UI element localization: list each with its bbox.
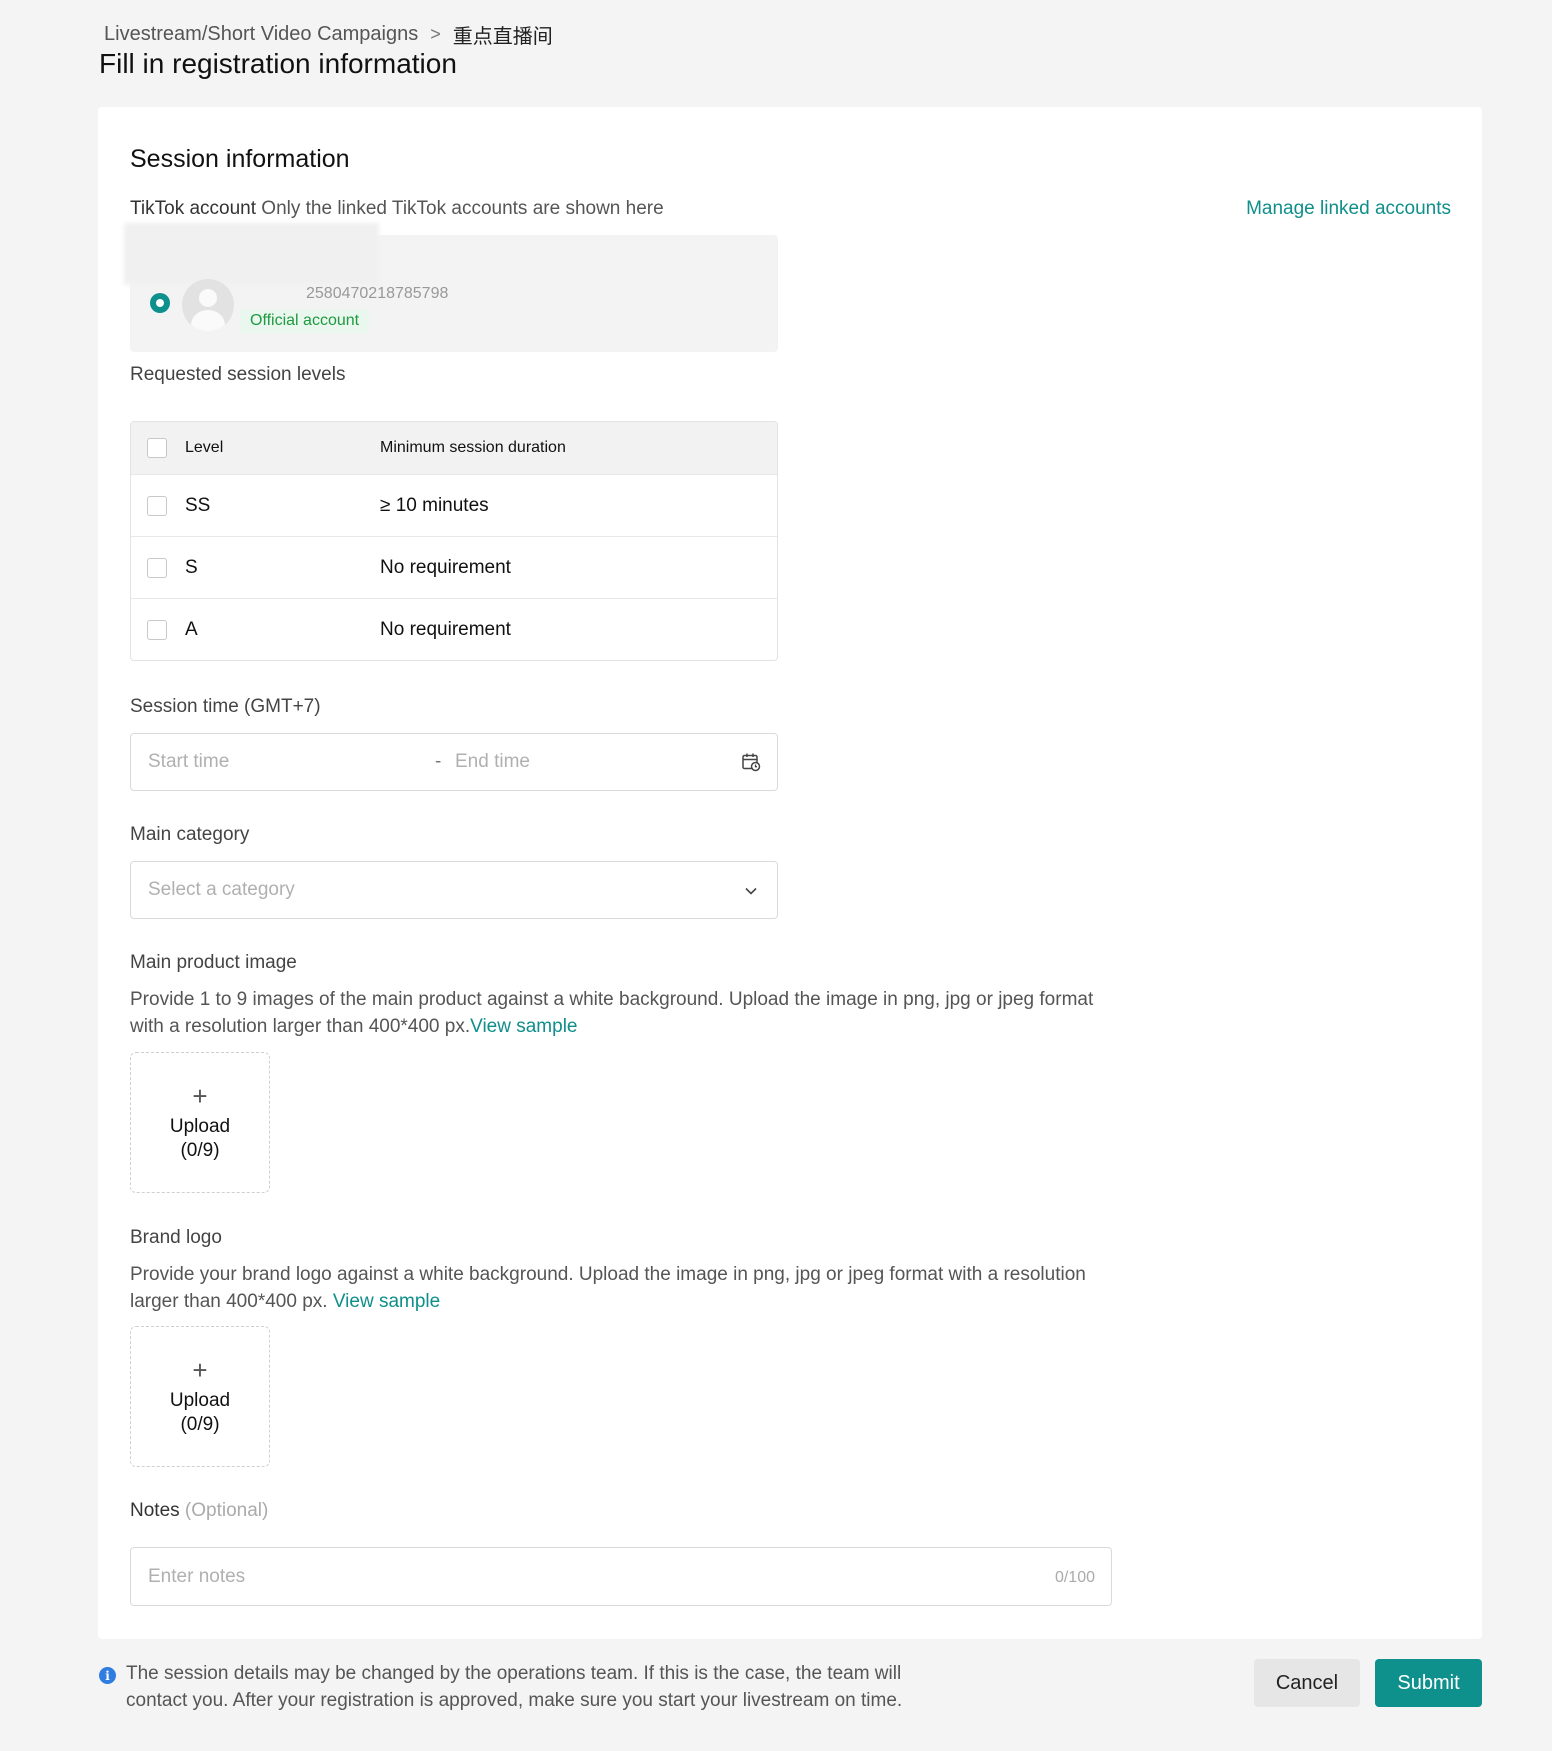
duration-cell: No requirement (380, 618, 511, 640)
breadcrumb-parent[interactable]: Livestream/Short Video Campaigns (104, 23, 418, 46)
redacted-area (124, 223, 379, 285)
upload-label: Upload (169, 1389, 231, 1411)
end-time-input[interactable]: End time (455, 751, 530, 773)
account-radio[interactable] (150, 293, 170, 313)
brand-logo-desc: Provide your brand logo against a white … (130, 1261, 1120, 1315)
tiktok-account-hint: Only the linked TikTok accounts are show… (261, 198, 664, 219)
level-checkbox[interactable] (147, 495, 167, 516)
brand-logo-label: Brand logo (130, 1227, 222, 1248)
header-duration: Minimum session duration (380, 439, 566, 456)
cancel-button[interactable]: Cancel (1254, 1659, 1360, 1707)
duration-cell: ≥ 10 minutes (380, 494, 489, 516)
official-account-badge: Official account (240, 309, 370, 333)
levels-label: Requested session levels (130, 364, 346, 385)
category-select[interactable]: Select a category (130, 861, 778, 919)
start-time-input[interactable]: Start time (148, 751, 229, 773)
table-row[interactable]: A No requirement (131, 598, 777, 660)
main-category-label: Main category (130, 824, 250, 845)
upload-count: (0/9) (180, 1139, 220, 1161)
table-row[interactable]: SS ≥ 10 minutes (131, 474, 777, 536)
calendar-icon[interactable] (741, 752, 761, 772)
plus-icon: + (192, 1080, 208, 1111)
header-level: Level (185, 439, 224, 456)
notes-placeholder: Enter notes (148, 1566, 246, 1587)
level-cell: S (185, 556, 198, 578)
registration-form-card: Session information TikTok account Only … (98, 107, 1482, 1639)
breadcrumb: Livestream/Short Video Campaigns > 重点直播间 (104, 20, 553, 49)
notes-char-count: 0/100 (1054, 1569, 1095, 1586)
session-time-label: Session time (GMT+7) (130, 696, 321, 717)
main-product-image-desc: Provide 1 to 9 images of the main produc… (130, 986, 1120, 1040)
submit-button[interactable]: Submit (1375, 1659, 1482, 1707)
upload-count: (0/9) (180, 1413, 220, 1435)
notes-title: Notes (130, 1500, 180, 1521)
page-title: Fill in registration information (99, 48, 457, 79)
tiktok-account-title: TikTok account (130, 198, 257, 219)
session-time-range-picker[interactable]: Start time - End time (130, 733, 778, 791)
notes-optional: (Optional) (184, 1500, 269, 1521)
select-all-checkbox[interactable] (147, 438, 167, 458)
duration-cell: No requirement (380, 556, 511, 578)
footer-info: i The session details may be changed by … (99, 1660, 919, 1714)
info-icon: i (99, 1667, 116, 1684)
chevron-right-icon: > (430, 24, 441, 44)
chevron-down-icon (745, 887, 757, 895)
level-cell: A (185, 618, 198, 640)
main-product-image-label: Main product image (130, 952, 297, 973)
avatar-placeholder-icon (182, 279, 234, 331)
brand-logo-view-sample-link[interactable]: View sample (333, 1291, 440, 1312)
account-id: 258047021878579​8 (306, 285, 449, 302)
tiktok-account-label: TikTok account Only the linked TikTok ac… (130, 198, 664, 220)
footer-info-text: The session details may be changed by th… (126, 1663, 903, 1711)
levels-table: Level Minimum session duration SS ≥ 10 m… (130, 421, 778, 661)
level-checkbox[interactable] (147, 619, 167, 640)
section-title: Session information (130, 145, 350, 173)
level-cell: SS (185, 494, 211, 516)
product-image-view-sample-link[interactable]: View sample (470, 1016, 577, 1037)
range-separator: - (435, 751, 442, 772)
manage-linked-accounts-link[interactable]: Manage linked accounts (1246, 198, 1451, 220)
category-placeholder: Select a category (148, 879, 295, 900)
breadcrumb-current: 重点直播间 (452, 26, 553, 48)
table-row[interactable]: S No requirement (131, 536, 777, 598)
product-image-desc-text: Provide 1 to 9 images of the main produc… (130, 989, 1094, 1037)
notes-label: Notes (Optional) (130, 1500, 268, 1522)
brand-logo-desc-text: Provide your brand logo against a white … (130, 1264, 1086, 1312)
account-option[interactable]: 258047021878579​8 Official account (124, 223, 778, 352)
level-checkbox[interactable] (147, 557, 167, 578)
brand-logo-upload[interactable]: + Upload (0/9) (130, 1326, 270, 1467)
notes-input[interactable]: Enter notes 0/100 (130, 1547, 1112, 1606)
product-image-upload[interactable]: + Upload (0/9) (130, 1052, 270, 1193)
table-header-row: Level Minimum session duration (131, 422, 777, 474)
upload-label: Upload (169, 1115, 231, 1137)
plus-icon: + (192, 1354, 208, 1385)
